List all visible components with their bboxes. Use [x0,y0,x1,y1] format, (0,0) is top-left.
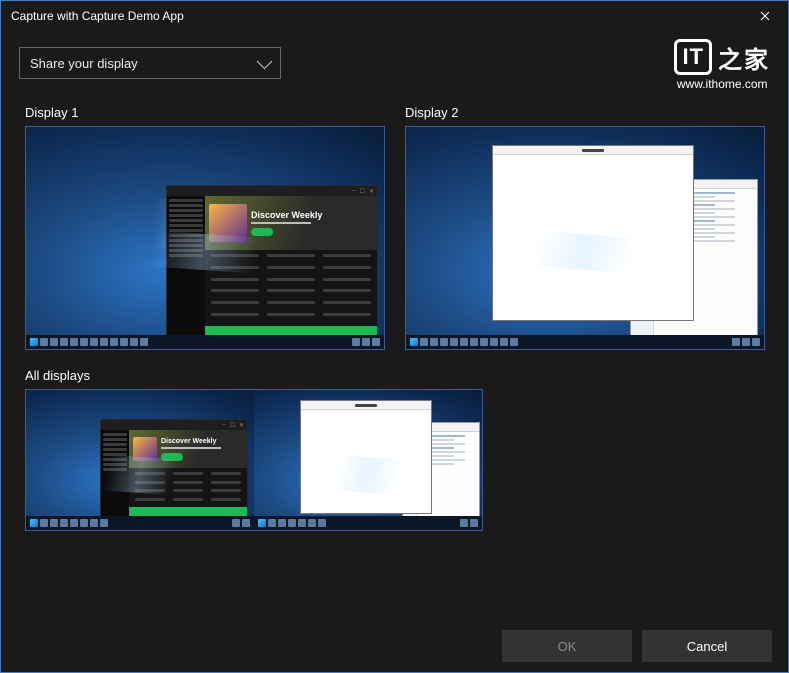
display-row-1: Display 1 –☐✕ [25,105,764,350]
watermark-url: www.ithome.com [677,77,768,91]
ok-button-label: OK [558,639,577,654]
watermark-logo: IT 之家 [674,39,770,75]
chevron-down-icon [257,53,273,69]
taskbar [26,335,384,349]
display-2-label: Display 2 [405,105,765,120]
display-1-item[interactable]: Display 1 –☐✕ [25,105,385,350]
display-picker-body: Display 1 –☐✕ [1,95,788,620]
start-icon [30,338,38,346]
display-2-thumbnail [405,126,765,350]
music-app-hero: Discover Weekly [205,196,377,250]
track-list [205,250,377,326]
music-app-titlebar: –☐✕ [167,186,377,196]
blank-app-window [300,400,432,514]
close-button[interactable] [742,1,788,31]
album-cover [209,204,247,242]
share-display-dropdown[interactable]: Share your display [19,47,281,79]
close-icon [760,11,770,21]
blank-app-window [492,145,694,321]
dialog-footer: OK Cancel [1,620,788,672]
music-app-title: Discover Weekly [251,210,322,220]
watermark: IT 之家 www.ithome.com [674,39,770,91]
all-displays-item[interactable]: All displays –☐✕ [25,368,764,531]
titlebar: Capture with Capture Demo App [1,1,788,31]
cancel-button-label: Cancel [687,639,727,654]
all-display-left: –☐✕ Discover Weekly [26,390,254,530]
dialog-window: Capture with Capture Demo App Share your… [0,0,789,673]
all-display-right [254,390,482,530]
music-app-window: –☐✕ Discover Weekly [100,419,248,518]
watermark-cn-text: 之家 [718,40,770,75]
watermark-logo-text: IT [674,39,712,75]
play-button-icon [251,228,273,236]
cancel-button[interactable]: Cancel [642,630,772,662]
taskbar [406,335,764,349]
all-displays-thumbnail: –☐✕ Discover Weekly [25,389,483,531]
header-row: Share your display IT 之家 www.ithome.com [1,31,788,95]
start-icon [410,338,418,346]
all-displays-label: All displays [25,368,764,383]
music-app-title: Discover Weekly [161,438,221,445]
dropdown-label: Share your display [30,56,138,71]
music-app-window: –☐✕ Discover Wee [166,185,378,337]
music-app-sidebar [167,196,205,336]
display-2-item[interactable]: Display 2 [405,105,765,350]
display-1-thumbnail: –☐✕ Discover Wee [25,126,385,350]
ok-button[interactable]: OK [502,630,632,662]
window-title: Capture with Capture Demo App [11,9,742,23]
display-1-label: Display 1 [25,105,385,120]
